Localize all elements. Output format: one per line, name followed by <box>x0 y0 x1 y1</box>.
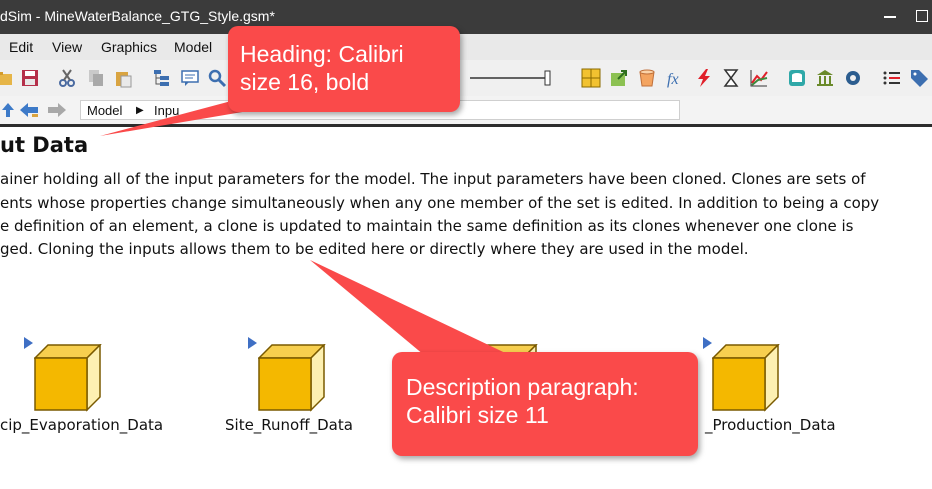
heading-callout-line: Heading: Calibri <box>240 41 404 67</box>
description-callout-line: Calibri size 11 <box>406 402 549 428</box>
heading-callout: Heading: Calibri size 16, bold <box>228 26 460 112</box>
description-callout: Description paragraph: Calibri size 11 <box>392 352 698 456</box>
description-callout-line: Description paragraph: <box>406 374 639 400</box>
heading-callout-line: size 16, bold <box>240 69 370 95</box>
description-callout-pointer <box>310 260 520 360</box>
